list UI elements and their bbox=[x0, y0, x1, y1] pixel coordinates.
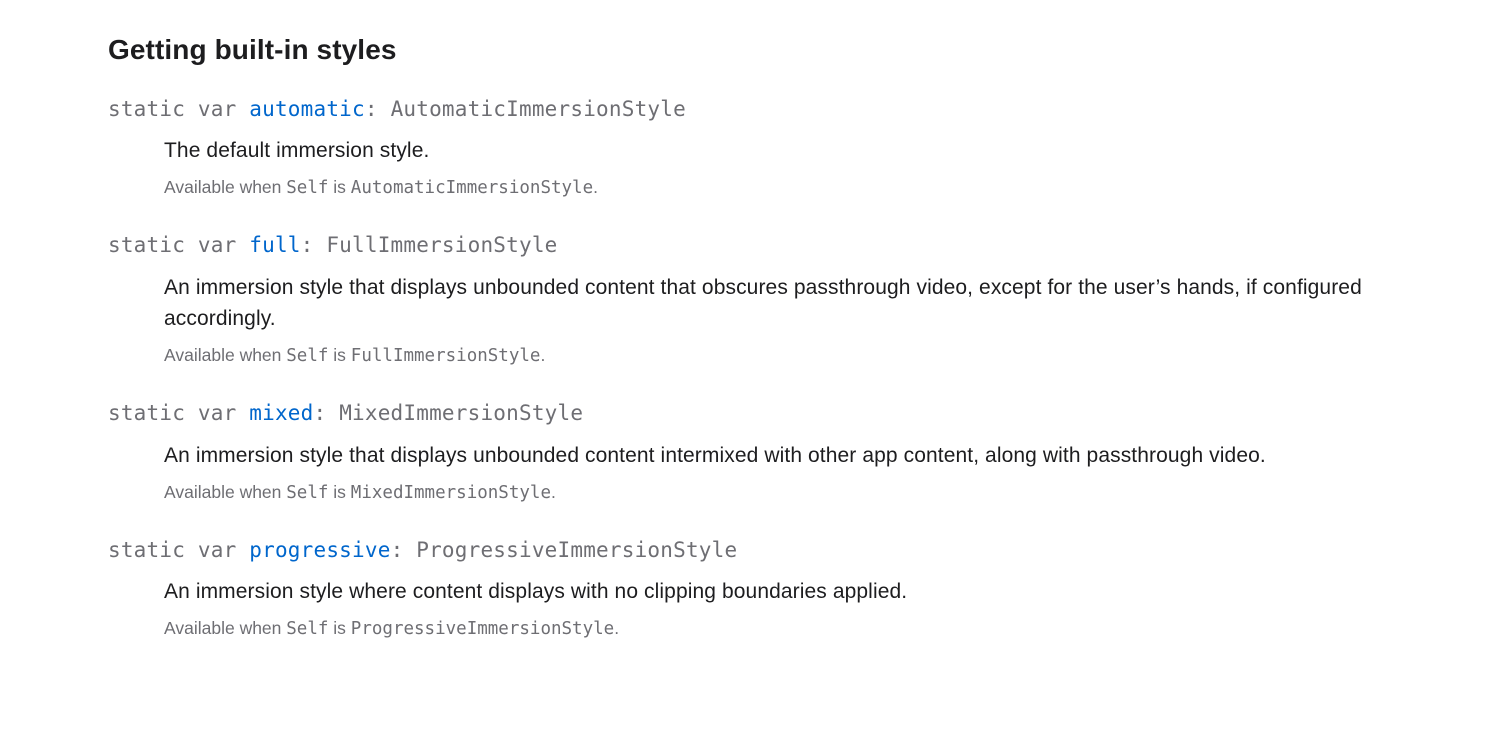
symbol-link-automatic[interactable]: automatic bbox=[249, 97, 365, 121]
symbol-link-progressive[interactable]: progressive bbox=[249, 538, 390, 562]
decl-colon: : bbox=[365, 97, 391, 121]
topic-item: static var progressive: ProgressiveImmer… bbox=[108, 537, 1420, 639]
decl-colon: : bbox=[314, 401, 340, 425]
topic-body: An immersion style that displays unbound… bbox=[108, 272, 1420, 367]
abstract-text: An immersion style where content display… bbox=[164, 576, 1420, 608]
availability-text: Available when Self is AutomaticImmersio… bbox=[164, 177, 1420, 198]
decl-keywords: static var bbox=[108, 233, 249, 257]
conformance-type: MixedImmersionStyle bbox=[351, 483, 551, 503]
documentation-section: Getting built-in styles static var autom… bbox=[0, 0, 1500, 707]
conformance-type: FullImmersionStyle bbox=[351, 346, 541, 366]
symbol-link-full[interactable]: full bbox=[249, 233, 300, 257]
symbol-link-mixed[interactable]: mixed bbox=[249, 401, 313, 425]
self-keyword: Self bbox=[286, 483, 328, 503]
decl-keywords: static var bbox=[108, 538, 249, 562]
availability-mid: is bbox=[328, 482, 350, 502]
availability-text: Available when Self is FullImmersionStyl… bbox=[164, 345, 1420, 366]
availability-prefix: Available when bbox=[164, 177, 286, 197]
abstract-text: An immersion style that displays unbound… bbox=[164, 272, 1420, 336]
abstract-text: An immersion style that displays unbound… bbox=[164, 440, 1420, 472]
declaration: static var automatic: AutomaticImmersion… bbox=[108, 96, 1420, 123]
self-keyword: Self bbox=[286, 619, 328, 639]
availability-prefix: Available when bbox=[164, 345, 286, 365]
declaration: static var progressive: ProgressiveImmer… bbox=[108, 537, 1420, 564]
decl-type: AutomaticImmersionStyle bbox=[391, 97, 686, 121]
decl-colon: : bbox=[301, 233, 327, 257]
availability-mid: is bbox=[328, 177, 350, 197]
availability-suffix: . bbox=[593, 177, 598, 197]
availability-suffix: . bbox=[614, 618, 619, 638]
availability-prefix: Available when bbox=[164, 482, 286, 502]
topic-item: static var mixed: MixedImmersionStyle An… bbox=[108, 400, 1420, 502]
decl-keywords: static var bbox=[108, 97, 249, 121]
abstract-text: The default immersion style. bbox=[164, 135, 1420, 167]
self-keyword: Self bbox=[286, 346, 328, 366]
decl-type: FullImmersionStyle bbox=[326, 233, 557, 257]
availability-mid: is bbox=[328, 618, 350, 638]
availability-prefix: Available when bbox=[164, 618, 286, 638]
declaration: static var mixed: MixedImmersionStyle bbox=[108, 400, 1420, 427]
topic-body: The default immersion style. Available w… bbox=[108, 135, 1420, 198]
availability-text: Available when Self is ProgressiveImmers… bbox=[164, 618, 1420, 639]
conformance-type: ProgressiveImmersionStyle bbox=[351, 619, 614, 639]
section-heading: Getting built-in styles bbox=[108, 34, 1420, 66]
declaration: static var full: FullImmersionStyle bbox=[108, 232, 1420, 259]
availability-suffix: . bbox=[551, 482, 556, 502]
availability-text: Available when Self is MixedImmersionSty… bbox=[164, 482, 1420, 503]
availability-suffix: . bbox=[540, 345, 545, 365]
decl-colon: : bbox=[391, 538, 417, 562]
topic-item: static var full: FullImmersionStyle An i… bbox=[108, 232, 1420, 366]
decl-type: ProgressiveImmersionStyle bbox=[416, 538, 737, 562]
decl-keywords: static var bbox=[108, 401, 249, 425]
availability-mid: is bbox=[328, 345, 350, 365]
topic-item: static var automatic: AutomaticImmersion… bbox=[108, 96, 1420, 198]
decl-type: MixedImmersionStyle bbox=[339, 401, 583, 425]
topic-body: An immersion style where content display… bbox=[108, 576, 1420, 639]
conformance-type: AutomaticImmersionStyle bbox=[351, 178, 593, 198]
topic-body: An immersion style that displays unbound… bbox=[108, 440, 1420, 503]
self-keyword: Self bbox=[286, 178, 328, 198]
